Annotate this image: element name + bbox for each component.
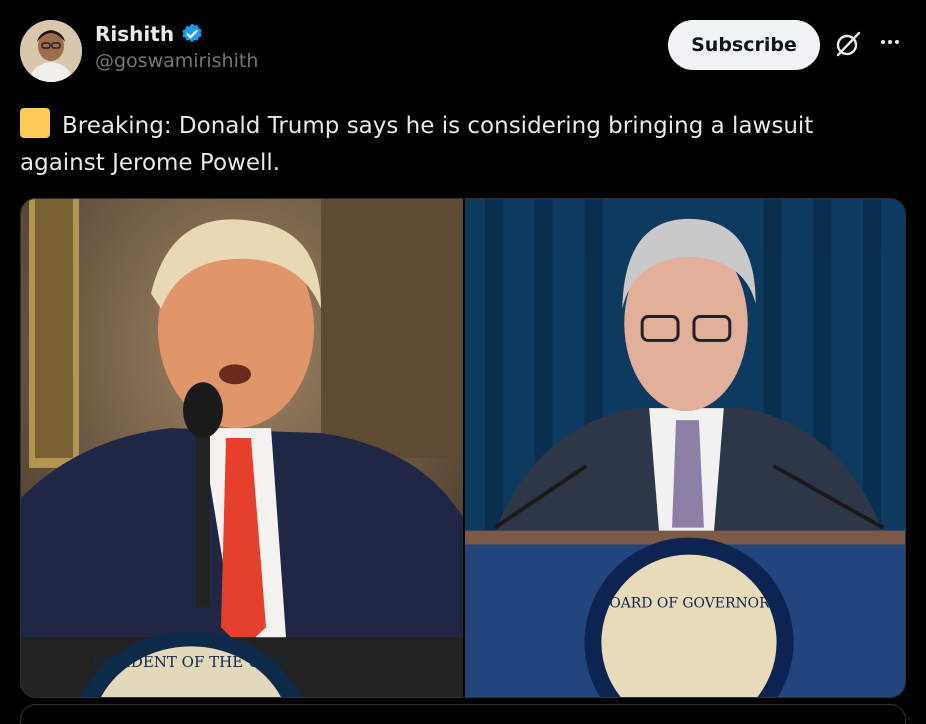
photo-trump-image: RESIDENT OF THE UNIT <box>21 199 463 697</box>
author-handle[interactable]: @goswamirishith <box>95 50 258 72</box>
verified-badge-icon <box>182 23 202 43</box>
post-text: Breaking: Donald Trump says he is consid… <box>20 108 900 182</box>
avatar[interactable] <box>20 20 82 82</box>
photo-powell[interactable]: BOARD OF GOVERNORS <box>465 199 905 697</box>
seal-left-text: RESIDENT OF THE UNIT <box>92 653 289 671</box>
seal-right-text: BOARD OF GOVERNORS <box>599 595 779 611</box>
next-card-edge <box>20 704 906 724</box>
more-options-icon[interactable] <box>875 30 905 54</box>
photo-trump[interactable]: RESIDENT OF THE UNIT <box>21 199 463 697</box>
post-header: Rishith @goswamirishith Subscribe <box>20 18 906 84</box>
photo-powell-image: BOARD OF GOVERNORS <box>465 199 905 697</box>
post-body: Breaking: Donald Trump says he is consid… <box>20 113 814 176</box>
post-media[interactable]: RESIDENT OF THE UNIT BOARD OF GOVERNORS <box>20 198 906 698</box>
yellow-square-emoji-icon <box>20 108 50 138</box>
subscribe-button[interactable]: Subscribe <box>668 20 820 70</box>
author-block: Rishith @goswamirishith <box>95 22 258 72</box>
grok-icon[interactable] <box>834 30 862 58</box>
author-name[interactable]: Rishith <box>95 22 174 46</box>
